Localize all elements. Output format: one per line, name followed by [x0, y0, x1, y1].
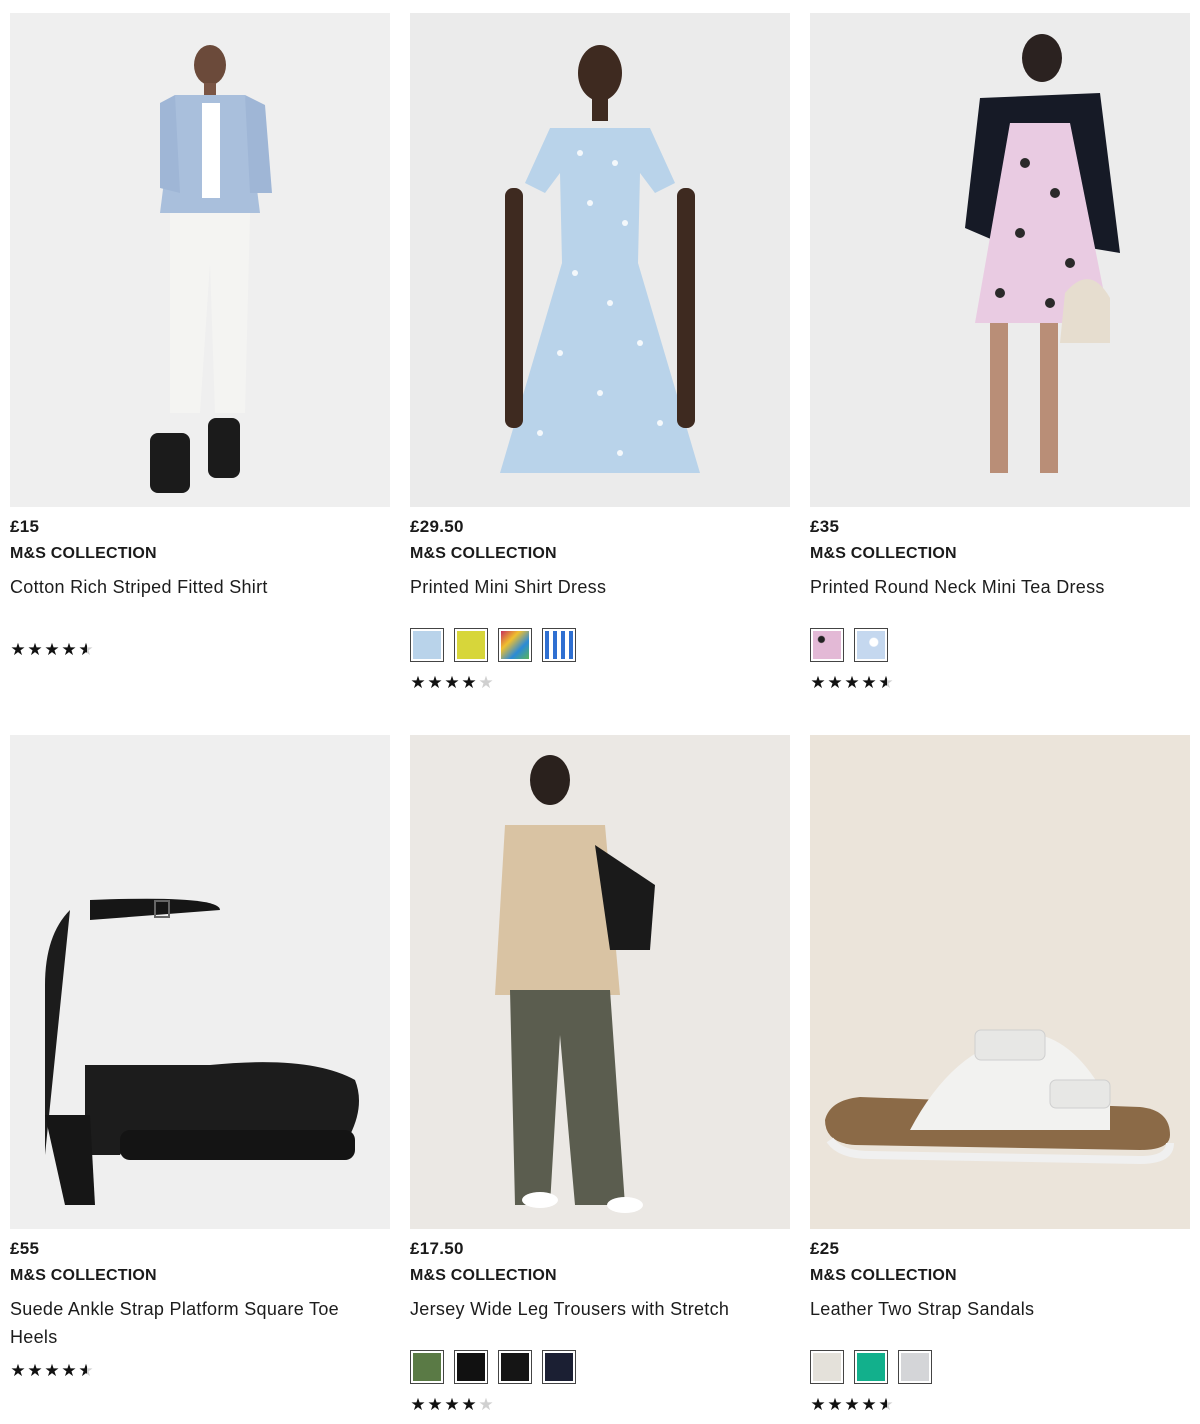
product-card[interactable]: £29.50 M&S COLLECTION Printed Mini Shirt… [410, 13, 790, 601]
product-image[interactable] [10, 13, 390, 507]
rating-stars: ★ ★ ★ ★ ★ [10, 641, 94, 659]
product-image[interactable] [810, 13, 1190, 507]
colour-swatch[interactable] [854, 628, 888, 662]
product-price: £35 [810, 517, 840, 536]
star-icon: ★ [27, 1361, 43, 1380]
empty-star-icon: ★ [478, 1395, 494, 1414]
colour-swatch[interactable] [410, 1350, 444, 1384]
colour-swatches [410, 1350, 576, 1384]
star-icon: ★ [444, 1395, 460, 1414]
product-brand: M&S COLLECTION [10, 545, 157, 562]
product-brand: M&S COLLECTION [810, 545, 957, 562]
product-title[interactable]: Printed Round Neck Mini Tea Dress [810, 573, 1190, 601]
rating-stars: ★ ★ ★ ★ ★ [810, 1396, 894, 1414]
star-icon: ★ [427, 673, 443, 692]
colour-swatch[interactable] [810, 1350, 844, 1384]
star-icon: ★ [461, 673, 477, 692]
star-icon: ★ [27, 640, 43, 659]
product-title[interactable]: Suede Ankle Strap Platform Square Toe He… [10, 1295, 390, 1351]
star-icon: ★ [861, 1395, 877, 1414]
colour-swatch[interactable] [454, 1350, 488, 1384]
product-photo [810, 13, 1190, 507]
colour-swatches [410, 628, 576, 662]
product-photo [10, 13, 390, 507]
star-icon: ★ [827, 673, 843, 692]
star-icon: ★ [44, 1361, 60, 1380]
colour-swatch[interactable] [810, 628, 844, 662]
product-brand: M&S COLLECTION [410, 1267, 557, 1284]
star-icon: ★ [410, 673, 426, 692]
product-price: £55 [10, 1239, 40, 1258]
star-icon: ★ [461, 1395, 477, 1414]
star-icon: ★ [810, 673, 826, 692]
product-price: £15 [10, 517, 40, 536]
product-title[interactable]: Leather Two Strap Sandals [810, 1295, 1190, 1323]
product-brand: M&S COLLECTION [810, 1267, 957, 1284]
product-photo [10, 735, 390, 1229]
product-card[interactable]: £35 M&S COLLECTION Printed Round Neck Mi… [810, 13, 1190, 601]
product-price: £17.50 [410, 1239, 464, 1258]
colour-swatch[interactable] [410, 628, 444, 662]
star-icon: ★ [861, 673, 877, 692]
product-card[interactable]: £25 M&S COLLECTION Leather Two Strap San… [810, 735, 1190, 1323]
product-card[interactable]: £55 M&S COLLECTION Suede Ankle Strap Pla… [10, 735, 390, 1351]
half-star-icon: ★ [78, 640, 94, 659]
star-icon: ★ [427, 1395, 443, 1414]
colour-swatches [810, 628, 888, 662]
colour-swatch[interactable] [854, 1350, 888, 1384]
half-star-icon: ★ [78, 1361, 94, 1380]
product-price: £29.50 [410, 517, 464, 536]
star-icon: ★ [827, 1395, 843, 1414]
product-image[interactable] [810, 735, 1190, 1229]
star-icon: ★ [44, 640, 60, 659]
product-title[interactable]: Cotton Rich Striped Fitted Shirt [10, 573, 390, 601]
product-photo [810, 735, 1190, 1229]
rating-stars: ★ ★ ★ ★ ★ [810, 674, 894, 692]
half-star-icon: ★ [878, 673, 894, 692]
star-icon: ★ [10, 640, 26, 659]
colour-swatch[interactable] [542, 628, 576, 662]
star-icon: ★ [410, 1395, 426, 1414]
product-image[interactable] [10, 735, 390, 1229]
product-photo [410, 735, 790, 1229]
empty-star-icon: ★ [478, 673, 494, 692]
star-icon: ★ [810, 1395, 826, 1414]
star-icon: ★ [61, 1361, 77, 1380]
product-title[interactable]: Printed Mini Shirt Dress [410, 573, 790, 601]
product-image[interactable] [410, 13, 790, 507]
product-brand: M&S COLLECTION [10, 1267, 157, 1284]
rating-stars: ★ ★ ★ ★ ★ [410, 674, 494, 692]
star-icon: ★ [844, 1395, 860, 1414]
colour-swatch[interactable] [498, 1350, 532, 1384]
colour-swatch[interactable] [454, 628, 488, 662]
star-icon: ★ [444, 673, 460, 692]
colour-swatch[interactable] [898, 1350, 932, 1384]
colour-swatch[interactable] [542, 1350, 576, 1384]
product-brand: M&S COLLECTION [410, 545, 557, 562]
product-photo [410, 13, 790, 507]
product-image[interactable] [410, 735, 790, 1229]
colour-swatch[interactable] [498, 628, 532, 662]
product-title[interactable]: Jersey Wide Leg Trousers with Stretch [410, 1295, 790, 1323]
star-icon: ★ [61, 640, 77, 659]
star-icon: ★ [10, 1361, 26, 1380]
half-star-icon: ★ [878, 1395, 894, 1414]
product-card[interactable]: £15 M&S COLLECTION Cotton Rich Striped F… [10, 13, 390, 601]
colour-swatches [810, 1350, 932, 1384]
rating-stars: ★ ★ ★ ★ ★ [410, 1396, 494, 1414]
product-price: £25 [810, 1239, 840, 1258]
product-card[interactable]: £17.50 M&S COLLECTION Jersey Wide Leg Tr… [410, 735, 790, 1323]
rating-stars: ★ ★ ★ ★ ★ [10, 1362, 94, 1380]
star-icon: ★ [844, 673, 860, 692]
